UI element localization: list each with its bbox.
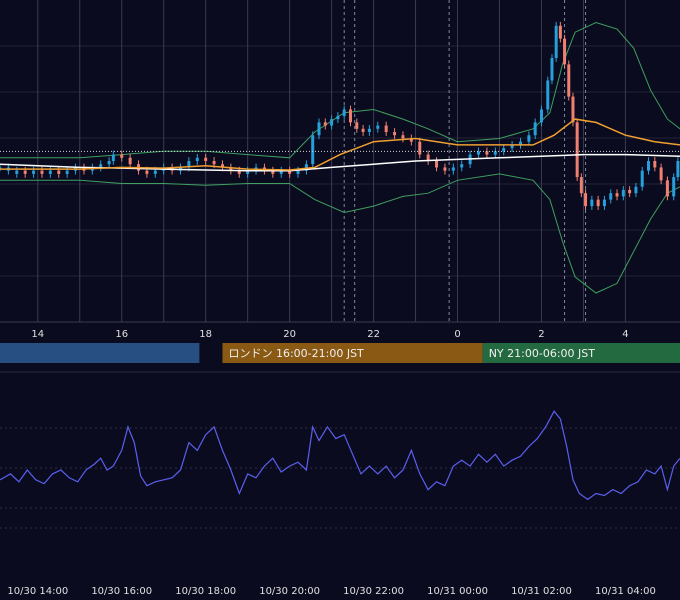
candle-body bbox=[584, 193, 588, 207]
candle-body bbox=[361, 128, 365, 133]
price-axis-background bbox=[0, 322, 680, 342]
candle-body bbox=[527, 135, 531, 142]
session-ny: NY 21:00-06:00 JST bbox=[482, 343, 680, 363]
candle-body bbox=[99, 164, 103, 168]
price-axis-tick-label: 22 bbox=[367, 329, 380, 340]
candle-body bbox=[32, 170, 36, 174]
session-label-ny: NY 21:00-06:00 JST bbox=[489, 347, 596, 360]
candle-body bbox=[571, 96, 575, 123]
candle-body bbox=[647, 161, 651, 171]
time-axis-tick-label: 10/31 00:00 bbox=[427, 586, 488, 597]
candle-body bbox=[15, 170, 19, 174]
candle-body bbox=[336, 115, 340, 120]
time-axis-tick-label: 10/30 22:00 bbox=[343, 586, 404, 597]
candle-body bbox=[672, 177, 676, 197]
candle-body bbox=[0, 167, 2, 169]
candle-body bbox=[554, 25, 558, 58]
candle-body bbox=[317, 122, 321, 136]
candle-body bbox=[435, 161, 439, 168]
candle-body bbox=[212, 161, 216, 165]
candle-body bbox=[195, 157, 199, 161]
candle-body bbox=[596, 199, 600, 207]
candle-body bbox=[330, 119, 334, 126]
candle-body bbox=[640, 170, 644, 187]
price-axis-tick-label: 4 bbox=[622, 329, 628, 340]
candle-body bbox=[546, 80, 550, 110]
candle-body bbox=[401, 135, 405, 139]
candle-body bbox=[418, 141, 422, 155]
candle-body bbox=[653, 161, 657, 168]
price-time-axis: 14 16 18 20 22 0 2 4 bbox=[0, 321, 680, 342]
candle-body bbox=[563, 38, 567, 65]
candle-body bbox=[153, 170, 157, 174]
candle-body bbox=[145, 170, 149, 174]
candle-body bbox=[65, 170, 69, 174]
candle-body bbox=[384, 125, 388, 133]
candle-body bbox=[590, 199, 594, 207]
candle-body bbox=[120, 154, 124, 158]
candle-body bbox=[323, 122, 327, 126]
candle-body bbox=[621, 189, 625, 197]
time-axis-tick-label: 10/30 20:00 bbox=[259, 586, 320, 597]
price-axis-tick-label: 14 bbox=[31, 329, 44, 340]
candle-body bbox=[579, 177, 583, 194]
candle-body bbox=[615, 193, 619, 197]
candle-body bbox=[460, 164, 464, 168]
candle-body bbox=[628, 189, 632, 194]
chart-root: 14 16 18 20 22 0 2 4 ロンドン 16:00-21:00 JST NY 21:… bbox=[0, 0, 680, 600]
candle-body bbox=[348, 109, 352, 123]
candle-body bbox=[128, 157, 132, 165]
price-axis-tick-label: 18 bbox=[199, 329, 212, 340]
candle-body bbox=[575, 122, 579, 178]
candle-body bbox=[23, 170, 27, 174]
time-axis-tick-label: 10/31 04:00 bbox=[595, 586, 656, 597]
candle-body bbox=[533, 122, 537, 136]
session-tokyo bbox=[0, 343, 200, 363]
price-axis-tick-label: 0 bbox=[454, 329, 460, 340]
session-band: ロンドン 16:00-21:00 JST NY 21:00-06:00 JST bbox=[0, 343, 680, 363]
price-axis-tick-label: 20 bbox=[283, 329, 296, 340]
candle-body bbox=[558, 25, 562, 39]
candle-body bbox=[342, 109, 346, 116]
candle-body bbox=[665, 180, 669, 197]
candle-body bbox=[393, 132, 397, 136]
time-axis-tick-label: 10/30 14:00 bbox=[7, 586, 68, 597]
candle-body bbox=[659, 167, 663, 181]
price-axis-tick-label: 16 bbox=[115, 329, 128, 340]
candle-body bbox=[567, 64, 571, 97]
candle-body bbox=[550, 57, 554, 81]
candle-body bbox=[443, 167, 447, 171]
chart-background bbox=[0, 0, 680, 600]
candle-body bbox=[367, 128, 371, 133]
candle-body bbox=[40, 170, 44, 174]
candle-body bbox=[634, 186, 638, 194]
time-axis-tick-label: 10/31 02:00 bbox=[511, 586, 572, 597]
candle-body bbox=[48, 170, 52, 174]
session-label-london: ロンドン 16:00-21:00 JST bbox=[228, 347, 364, 360]
candle-body bbox=[111, 154, 115, 161]
candle-body bbox=[204, 157, 208, 161]
candle-body bbox=[296, 170, 300, 174]
candle-body bbox=[676, 161, 680, 178]
session-bar-tokyo bbox=[0, 343, 200, 363]
candle-body bbox=[609, 193, 613, 200]
price-axis-tick-label: 2 bbox=[538, 329, 544, 340]
time-axis-tick-label: 10/30 16:00 bbox=[91, 586, 152, 597]
session-london: ロンドン 16:00-21:00 JST bbox=[222, 343, 483, 363]
candle-body bbox=[602, 199, 606, 207]
candle-body bbox=[57, 170, 61, 174]
candle-body bbox=[539, 109, 543, 123]
candle-body bbox=[376, 125, 380, 129]
candle-body bbox=[451, 167, 455, 171]
candle-body bbox=[311, 135, 315, 165]
time-axis-tick-label: 10/30 18:00 bbox=[175, 586, 236, 597]
candle-body bbox=[107, 161, 111, 165]
candle-body bbox=[355, 122, 359, 129]
